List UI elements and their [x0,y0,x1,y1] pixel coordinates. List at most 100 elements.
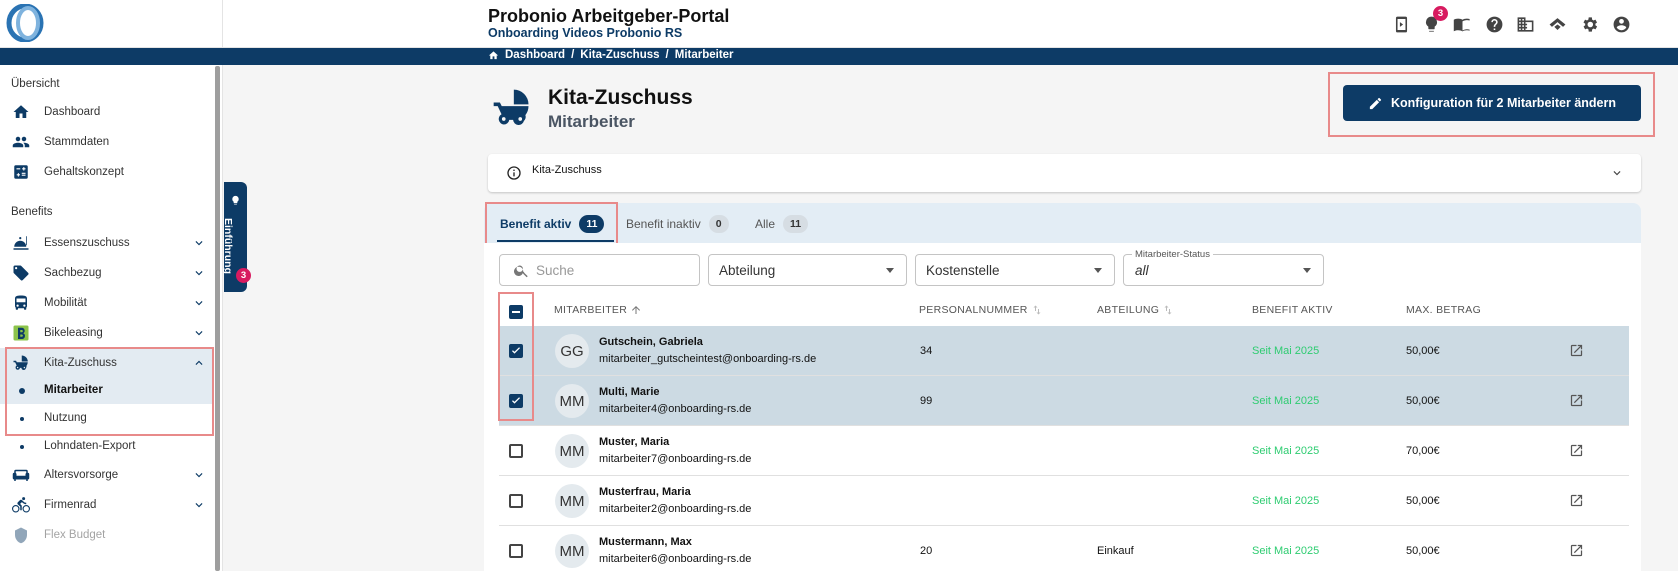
sidebar-subitem-label: Nutzung [44,412,87,424]
tab-label: Benefit inaktiv [626,217,701,231]
sidebar-item-kita-zuschuss[interactable]: Kita-Zuschuss [0,348,214,378]
bullet-dot [20,417,24,421]
row-checkbox[interactable] [509,344,523,358]
tour-label: Einführung [222,218,234,274]
open-external-icon[interactable] [1569,393,1584,408]
sidebar-item-label: Firmenrad [44,499,97,511]
sidebar-item-sachbezug[interactable]: Sachbezug [0,258,214,288]
notification-badge: 3 [1433,6,1448,21]
handshake-icon[interactable] [1546,13,1568,35]
open-external-icon[interactable] [1569,343,1584,358]
department-select[interactable]: Abteilung [708,254,907,286]
sidebar-item-firmenrad[interactable]: Firmenrad [0,490,214,520]
employee-name: Mustermann, Max [599,536,692,548]
sidebar-item-label: Dashboard [44,106,101,118]
chevron-down-icon[interactable] [192,296,206,310]
breadcrumb-item-kita-zuschuss[interactable]: Kita-Zuschuss [580,49,659,61]
sidebar-item-label: Altersvorsorge [44,469,119,481]
benefit-active-since: Seit Mai 2025 [1252,345,1320,357]
cost-center-select[interactable]: Kostenstelle [915,254,1115,286]
home-icon [488,50,499,59]
row-checkbox[interactable] [509,394,523,408]
phone-icon[interactable] [1390,13,1412,35]
chevron-down-icon[interactable] [192,498,206,512]
cost-center-select-label: Kostenstelle [926,263,1000,278]
table-row[interactable]: GG Gutschein, Gabriela mitarbeiter_gutsc… [499,326,1629,376]
building-icon[interactable] [1514,13,1536,35]
tab-benefit-inaktiv[interactable]: Benefit inaktiv 0 [626,215,729,233]
employee-email: mitarbeiter7@onboarding-rs.de [599,453,752,465]
flex-icon [12,526,30,544]
tour-badge: 3 [236,268,251,283]
edit-icon [1369,97,1382,109]
account-icon[interactable] [1610,13,1632,35]
tab-alle[interactable]: Alle 11 [755,215,809,233]
info-accordion[interactable]: Kita-Zuschuss [488,154,1641,192]
chevron-down-icon[interactable] [192,236,206,250]
bus-icon [12,294,30,312]
sidebar-subitem-lohndaten-export[interactable]: Lohndaten-Export [0,434,214,460]
max-amount: 50,00€ [1406,545,1440,557]
sidebar-scrollbar[interactable] [215,66,220,571]
employee-email: mitarbeiter4@onboarding-rs.de [599,403,752,415]
search-placeholder: Suche [536,263,575,278]
column-header-personalnummer[interactable]: PERSONALNUMMER [919,304,1043,316]
open-external-icon[interactable] [1569,493,1584,508]
help-icon[interactable] [1483,13,1505,35]
row-checkbox[interactable] [509,544,523,558]
book-icon[interactable] [1451,13,1473,35]
column-header-max-betrag: MAX. BETRAG [1406,304,1482,316]
table-row[interactable]: MM Muster, Maria mitarbeiter7@onboarding… [499,426,1629,476]
sidebar-item-flex-budget[interactable]: Flex Budget [0,520,214,550]
sidebar-item-dashboard[interactable]: Dashboard [0,97,214,127]
row-checkbox[interactable] [509,494,523,508]
bikeleasing-icon [12,324,30,342]
search-input[interactable]: Suche [499,254,700,286]
chevron-down-icon[interactable] [1610,166,1624,180]
personal-number: 34 [920,345,933,357]
sidebar-subitem-nutzung[interactable]: Nutzung [0,406,214,432]
table-row[interactable]: MM Multi, Marie mitarbeiter4@onboarding-… [499,376,1629,426]
employee-email: mitarbeiter6@onboarding-rs.de [599,553,752,565]
probonio-logo[interactable] [6,4,44,42]
open-external-icon[interactable] [1569,543,1584,558]
settings-icon[interactable] [1578,13,1600,35]
chevron-down-icon[interactable] [192,266,206,280]
configure-employees-button[interactable]: Konfiguration für 2 Mitarbeiter ändern [1343,85,1641,121]
lightbulb-icon [232,195,239,205]
breadcrumb-item-dashboard[interactable]: Dashboard [505,49,565,61]
select-all-checkbox[interactable] [509,305,523,319]
sidebar-item-essenszuschuss[interactable]: Essenszuschuss [0,228,214,258]
chevron-down-icon[interactable] [192,468,206,482]
open-external-icon[interactable] [1569,443,1584,458]
tab-benefit-aktiv[interactable]: Benefit aktiv 11 [500,215,605,233]
breadcrumb-bar: Dashboard / Kita-Zuschuss / Mitarbeiter [0,48,1678,65]
sidebar-subitem-mitarbeiter[interactable]: Mitarbeiter [0,378,214,404]
sidebar-section-overview: Übersicht [11,78,60,90]
chevron-up-icon[interactable] [192,356,206,370]
search-icon [513,262,530,279]
table-row[interactable]: MM Mustermann, Max mitarbeiter6@onboardi… [499,526,1629,571]
tag-icon [12,264,30,282]
column-header-mitarbeiter[interactable]: MITARBEITER [554,304,642,316]
tab-label: Benefit aktiv [500,217,572,231]
column-header-abteilung[interactable]: ABTEILUNG [1097,304,1174,316]
sort-icon [1164,305,1172,315]
sidebar-item-mobilitaet[interactable]: Mobilität [0,288,214,318]
sidebar-item-label: Bikeleasing [44,327,103,339]
personal-number: 99 [920,395,933,407]
table-row[interactable]: MM Musterfrau, Maria mitarbeiter2@onboar… [499,476,1629,526]
chevron-down-icon[interactable] [192,326,206,340]
sidebar-item-bikeleasing[interactable]: Bikeleasing [0,318,214,348]
food-icon [12,234,30,252]
employee-name: Muster, Maria [599,436,670,448]
sidebar-item-stammdaten[interactable]: Stammdaten [0,127,214,157]
sidebar-item-altersvorsorge[interactable]: Altersvorsorge [0,460,214,490]
people-icon [12,133,30,151]
employee-name: Gutschein, Gabriela [599,336,703,348]
bike-icon [12,496,30,514]
employee-email: mitarbeiter_gutscheintest@onboarding-rs.… [599,353,817,365]
sidebar-item-gehaltskonzept[interactable]: Gehaltskonzept [0,157,214,187]
sidebar-item-label: Stammdaten [44,136,110,148]
row-checkbox[interactable] [509,444,523,458]
